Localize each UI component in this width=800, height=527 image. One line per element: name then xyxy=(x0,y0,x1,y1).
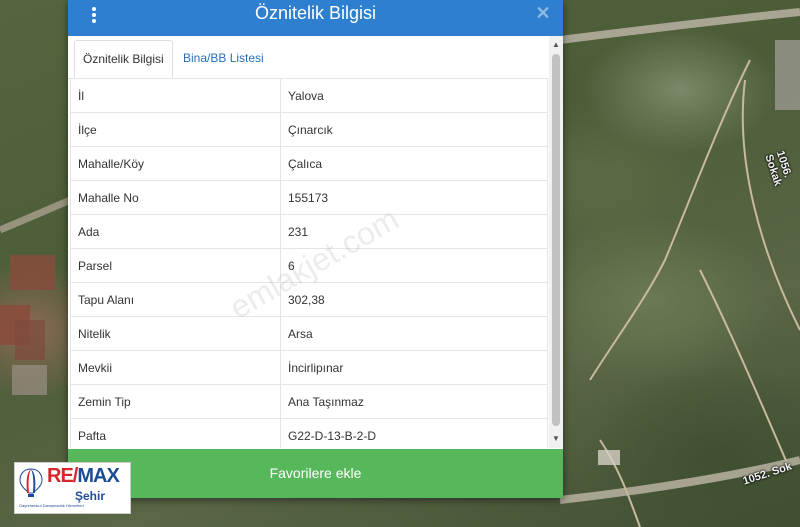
attribute-key: Zemin Tip xyxy=(70,384,281,419)
remax-logo: RE/MAX Şehir Gayrimenkul Danışmanlık Hiz… xyxy=(14,462,131,514)
dialog-title-text: Öznitelik Bilgisi xyxy=(254,3,377,23)
table-row: Ada 231 xyxy=(70,214,548,249)
logo-brand-re: RE/ xyxy=(47,465,78,487)
attribute-value: 6 xyxy=(280,248,548,283)
attribute-key: Ada xyxy=(70,214,281,249)
attribute-key: Parsel xyxy=(70,248,281,283)
attribute-key: Mevkii xyxy=(70,350,281,385)
logo-sub: Şehir xyxy=(75,489,106,503)
tab-oznitelik-bilgisi[interactable]: Öznitelik Bilgisi xyxy=(74,40,173,78)
table-row: İl Yalova xyxy=(70,78,548,113)
attribute-value: Ana Taşınmaz xyxy=(280,384,548,419)
vertical-dots-icon[interactable] xyxy=(90,5,98,27)
table-row: Mevkii İncirlipınar xyxy=(70,350,548,385)
table-row: Pafta G22-D-13-B-2-D xyxy=(70,418,548,448)
attribute-key: İl xyxy=(70,78,281,113)
attribute-value: 231 xyxy=(280,214,548,249)
table-row: Zemin Tip Ana Taşınmaz xyxy=(70,384,548,419)
table-row: Parsel 6 xyxy=(70,248,548,283)
attribute-value: 302,38 xyxy=(280,282,548,317)
table-row: Mahalle No 155173 xyxy=(70,180,548,215)
scroll-down-arrow-icon[interactable]: ▼ xyxy=(549,432,563,446)
attribute-key: Pafta xyxy=(70,418,281,448)
tab-bina-bb-listesi[interactable]: Bina/BB Listesi xyxy=(175,40,272,76)
table-row: Tapu Alanı 302,38 xyxy=(70,282,548,317)
attribute-value: İncirlipınar xyxy=(280,350,548,385)
logo-brand-max: MAX xyxy=(77,465,119,487)
table-row: Nitelik Arsa xyxy=(70,316,548,351)
vertical-scrollbar[interactable]: ▲ ▼ xyxy=(549,36,563,448)
table-row: İlçe Çınarcık xyxy=(70,112,548,147)
dialog-header: Öznitelik Bilgisi ✕ xyxy=(68,0,563,36)
tab-bar: Öznitelik Bilgisi Bina/BB Listesi xyxy=(68,36,548,79)
attribute-value: G22-D-13-B-2-D xyxy=(280,418,548,448)
scroll-up-arrow-icon[interactable]: ▲ xyxy=(549,38,563,52)
attribute-dialog: Öznitelik Bilgisi ✕ Öznitelik Bilgisi Bi… xyxy=(68,0,563,498)
attribute-key: Mahalle No xyxy=(70,180,281,215)
attribute-value: Yalova xyxy=(280,78,548,113)
attribute-table-container: İl Yalova İlçe Çınarcık Mahalle/Köy Çalıca Mah… xyxy=(70,78,548,448)
close-icon[interactable]: ✕ xyxy=(535,4,551,22)
attribute-value: Arsa xyxy=(280,316,548,351)
balloon-icon xyxy=(19,468,43,497)
attribute-value: Çınarcık xyxy=(280,112,548,147)
attribute-key: Nitelik xyxy=(70,316,281,351)
scrollbar-thumb[interactable] xyxy=(552,54,560,426)
attribute-key: İlçe xyxy=(70,112,281,147)
logo-tagline: Gayrimenkul Danışmanlık Hizmetleri xyxy=(19,503,84,508)
attribute-value: Çalıca xyxy=(280,146,548,181)
attribute-value: 155173 xyxy=(280,180,548,215)
attribute-key: Mahalle/Köy xyxy=(70,146,281,181)
table-row: Mahalle/Köy Çalıca xyxy=(70,146,548,181)
attribute-table: İl Yalova İlçe Çınarcık Mahalle/Köy Çalıca Mah… xyxy=(70,78,548,448)
attribute-key: Tapu Alanı xyxy=(70,282,281,317)
add-favorites-button[interactable]: Favorilere ekle xyxy=(68,449,563,498)
logo-brand: RE/MAX xyxy=(47,465,120,488)
dialog-title: Öznitelik Bilgisi xyxy=(68,0,563,36)
